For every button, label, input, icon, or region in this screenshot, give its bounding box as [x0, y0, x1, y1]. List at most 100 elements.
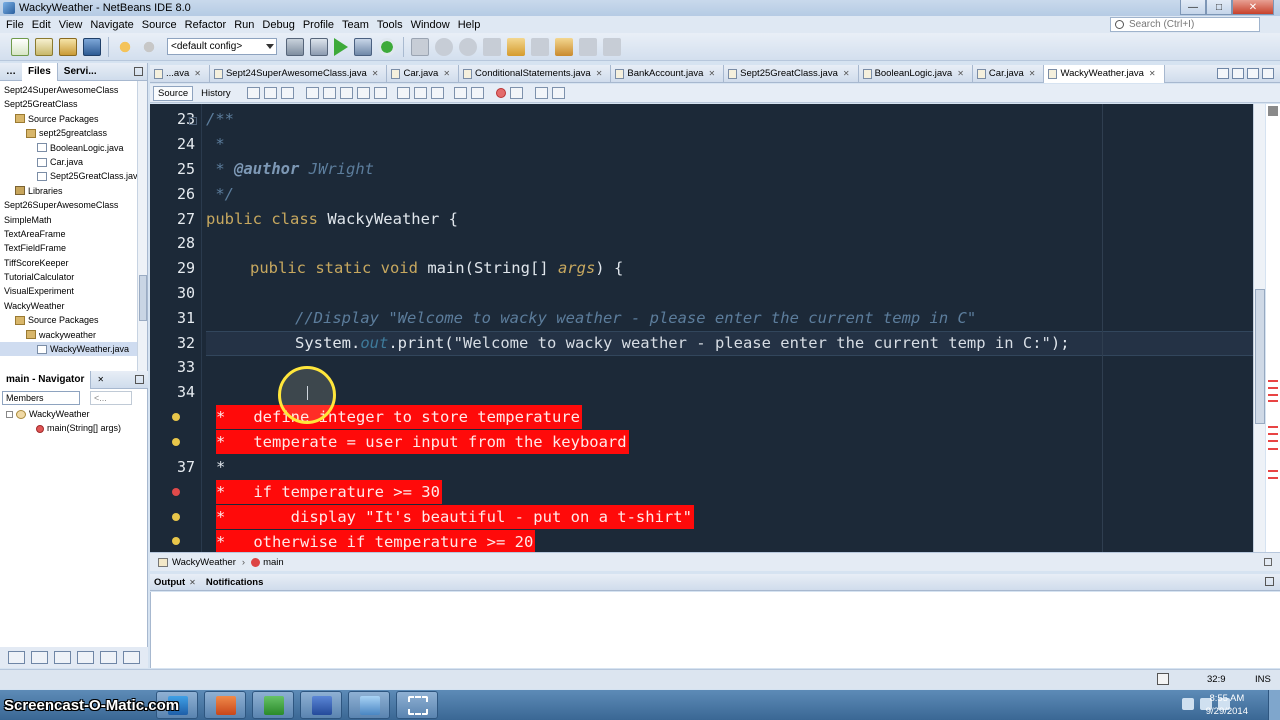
warning-icon[interactable]	[172, 413, 180, 421]
navigator-close-icon[interactable]: ✕	[91, 375, 110, 384]
previous-bookmark-icon[interactable]	[396, 87, 410, 99]
toggle-rectangular-icon[interactable]	[373, 87, 387, 99]
menu-tools[interactable]: Tools	[373, 19, 407, 31]
menu-run[interactable]: Run	[230, 19, 258, 31]
menu-window[interactable]: Window	[407, 19, 454, 31]
project-tree-item[interactable]: Sept25GreatClass.java	[0, 169, 147, 183]
scroll-thumb[interactable]	[139, 275, 147, 321]
breadcrumb-menu-icon[interactable]	[1264, 558, 1272, 566]
menu-help[interactable]: Help	[454, 19, 485, 31]
error-marker[interactable]	[1268, 448, 1278, 450]
new-file-icon[interactable]	[11, 37, 29, 56]
config-select[interactable]: <default config>	[167, 38, 277, 55]
tab-output[interactable]: Output	[150, 577, 189, 588]
code-editor[interactable]: 23 24 25 26 27 28 29 30 31 32 33 34 37 /…	[150, 104, 1253, 552]
editor-tab[interactable]: BooleanLogic.java ✕	[859, 64, 973, 83]
project-tree-item[interactable]: Sept26SuperAwesomeClass	[0, 198, 147, 212]
non-public-icon[interactable]	[77, 651, 94, 664]
source-view-button[interactable]: Source	[153, 85, 194, 101]
warning-icon[interactable]	[172, 513, 180, 521]
output-panel[interactable]	[150, 592, 1280, 668]
undo-icon[interactable]	[116, 37, 134, 56]
close-tab-icon[interactable]: ✕	[443, 65, 450, 83]
toggle-bookmark-icon[interactable]	[430, 87, 444, 99]
taskbar-app[interactable]	[300, 691, 342, 719]
shift-left-icon[interactable]	[453, 87, 467, 99]
scroll-tabs-left-icon[interactable]	[1217, 68, 1229, 79]
close-tab-icon[interactable]: ✕	[194, 65, 201, 83]
shift-right-icon[interactable]	[470, 87, 484, 99]
toggle-highlight-icon[interactable]	[356, 87, 370, 99]
apply-changes-icon[interactable]	[579, 37, 597, 56]
error-stripe[interactable]	[1266, 104, 1280, 552]
menu-view[interactable]: View	[55, 19, 87, 31]
stop-macro-icon[interactable]	[509, 87, 523, 99]
pause-icon[interactable]	[435, 37, 453, 56]
sort-icon[interactable]	[123, 651, 140, 664]
notifications-icon[interactable]	[1157, 673, 1169, 685]
project-tree-item[interactable]: sept25greatclass	[0, 126, 147, 140]
taskbar-app[interactable]	[348, 691, 390, 719]
project-tree-item[interactable]: Source Packages	[0, 313, 147, 327]
project-tree-item[interactable]: TiffScoreKeeper	[0, 256, 147, 270]
menu-file[interactable]: File	[2, 19, 28, 31]
step-out-icon[interactable]	[531, 37, 549, 56]
show-desktop-button[interactable]	[1268, 690, 1280, 720]
breadcrumb-item-method[interactable]: main	[263, 557, 284, 568]
navigator-item-method[interactable]: main(String[] args)	[6, 421, 148, 435]
project-tree-item[interactable]: BooleanLogic.java	[0, 141, 147, 155]
error-marker[interactable]	[1268, 380, 1278, 382]
line-number-gutter[interactable]: 23 24 25 26 27 28 29 30 31 32 33 34 37	[150, 104, 202, 552]
close-tab-icon[interactable]: ✕	[1029, 65, 1036, 83]
close-tab-icon[interactable]: ✕	[957, 65, 964, 83]
next-bookmark-icon[interactable]	[413, 87, 427, 99]
build-icon[interactable]	[286, 37, 304, 56]
close-tab-icon[interactable]: ✕	[596, 65, 603, 83]
error-marker[interactable]	[1268, 400, 1278, 402]
error-marker[interactable]	[1268, 387, 1278, 389]
scroll-thumb[interactable]	[1255, 289, 1265, 424]
tray-up-icon[interactable]	[1182, 698, 1194, 710]
close-tab-icon[interactable]: ✕	[372, 65, 379, 83]
editor-tab[interactable]: BankAccount.java ✕	[611, 64, 725, 83]
save-all-icon[interactable]	[83, 37, 101, 56]
redo-icon[interactable]	[140, 37, 158, 56]
find-selection-icon[interactable]	[305, 87, 319, 99]
static-icon[interactable]	[54, 651, 71, 664]
project-tree-item[interactable]: TutorialCalculator	[0, 270, 147, 284]
fold-icon[interactable]	[189, 117, 197, 125]
maximize-button[interactable]: □	[1206, 0, 1232, 15]
menu-source[interactable]: Source	[138, 19, 181, 31]
project-tree-item[interactable]: SimpleMath	[0, 213, 147, 227]
uncomment-icon[interactable]	[551, 87, 565, 99]
minimize-button[interactable]: —	[1180, 0, 1206, 15]
menu-navigate[interactable]: Navigate	[86, 19, 137, 31]
error-marker[interactable]	[1268, 440, 1278, 442]
editor-tab[interactable]: ConditionalStatements.java ✕	[459, 64, 612, 83]
profile-icon[interactable]	[378, 37, 396, 56]
run-to-cursor-icon[interactable]	[555, 37, 573, 56]
close-tab-icon[interactable]: ✕	[1149, 65, 1156, 83]
editor-tab[interactable]: Sept25GreatClass.java ✕	[724, 64, 859, 83]
tab-files[interactable]: Files	[22, 62, 58, 81]
take-snapshot-icon[interactable]	[603, 37, 621, 56]
project-tree-item[interactable]: VisualExperiment	[0, 284, 147, 298]
project-tree-item[interactable]: wackyweather	[0, 328, 147, 342]
error-marker[interactable]	[1268, 433, 1278, 435]
error-marker[interactable]	[1268, 394, 1278, 396]
last-edit-icon[interactable]	[246, 87, 260, 99]
error-icon[interactable]	[172, 488, 180, 496]
error-marker[interactable]	[1268, 477, 1278, 479]
clean-build-icon[interactable]	[310, 37, 328, 56]
warning-icon[interactable]	[172, 537, 180, 545]
project-tree-item[interactable]: WackyWeather.java	[0, 342, 147, 357]
menu-debug[interactable]: Debug	[258, 19, 298, 31]
tab-list-icon[interactable]	[1247, 68, 1259, 79]
menu-refactor[interactable]: Refactor	[181, 19, 231, 31]
member-filter-select[interactable]: <...	[90, 391, 132, 405]
inherited-icon[interactable]	[100, 651, 117, 664]
tab-services[interactable]: Servi...	[58, 66, 103, 77]
minimize-panel-icon[interactable]	[134, 67, 143, 76]
search-input[interactable]: Search (Ctrl+I)	[1110, 17, 1260, 32]
project-tree-item[interactable]: Sept24SuperAwesomeClass	[0, 83, 147, 97]
